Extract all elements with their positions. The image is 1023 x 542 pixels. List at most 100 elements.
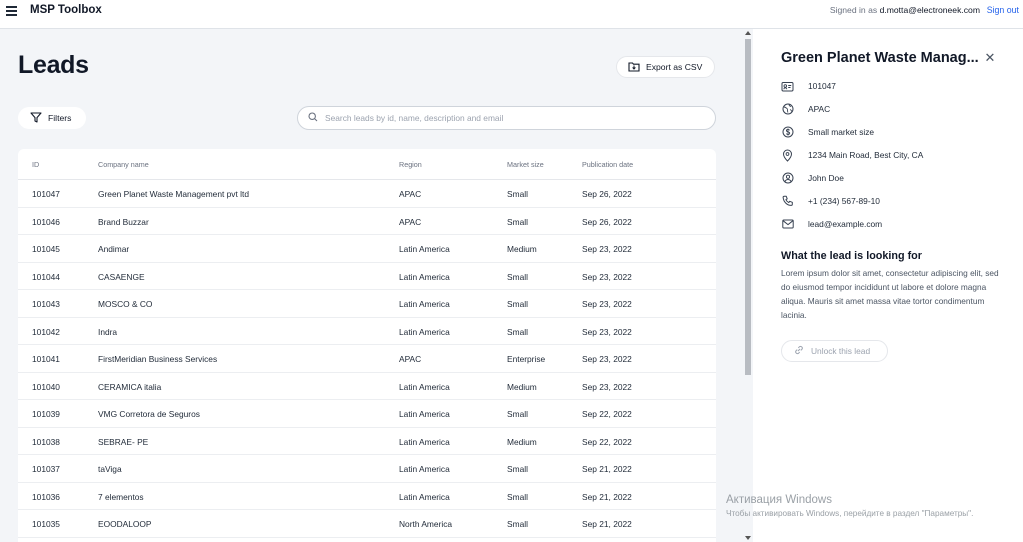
search-input[interactable] [325, 113, 705, 123]
table-row[interactable]: 101038 SEBRAE- PE Latin America Medium Sep 2… [18, 428, 716, 455]
cell-company: Brand Buzzar [98, 216, 149, 227]
table-row[interactable]: 101039 VMG Corretora de Seguros Latin Amer… [18, 400, 716, 428]
table-row[interactable]: 101036 7 elementos Latin America Small Sep 2… [18, 483, 716, 510]
phone-icon [781, 195, 794, 208]
cell-region: Latin America [399, 491, 450, 502]
scroll-up-arrow-icon[interactable] [745, 31, 751, 35]
table-header: ID Company name Region Market size Publi… [18, 149, 716, 180]
lead-contact-value: John Doe [808, 173, 844, 183]
scroll-thumb[interactable] [745, 39, 751, 375]
signed-in-prefix: Signed in as [829, 5, 878, 15]
cell-market-size: Small [507, 519, 528, 529]
export-csv-button[interactable]: Export as CSV [616, 56, 715, 78]
page-title: Leads [18, 51, 89, 79]
table-row[interactable]: 101042 Indra Latin America Small Sep 23, 202… [18, 318, 716, 345]
cell-company: Andimar [98, 244, 130, 254]
column-header-region[interactable]: Region [399, 160, 422, 169]
column-header-publication-date[interactable]: Publication date [582, 160, 633, 169]
lead-market-row: Small market size [781, 125, 874, 139]
table-row[interactable]: 101045 Andimar Latin America Medium Sep 23, … [18, 235, 716, 263]
lead-address-value: 1234 Main Road, Best City, CA [808, 150, 924, 160]
cell-id: 101040 [32, 381, 60, 392]
main-scrollbar[interactable] [743, 29, 753, 542]
cell-market-size: Small [507, 326, 528, 337]
cell-id: 101046 [32, 216, 60, 227]
column-header-company[interactable]: Company name [98, 160, 149, 169]
cell-company: Green Planet Waste Management pvt ltd [98, 189, 249, 199]
lead-region-value: APAC [808, 104, 831, 114]
cell-date: Sep 26, 2022 [582, 189, 632, 199]
cell-company: MOSCO & CO [98, 299, 153, 309]
top-bar: MSP Toolbox Signed in as d.motta@electro… [0, 0, 1023, 29]
table-row[interactable]: 101046 Brand Buzzar APAC Small Sep 26, 2022 [18, 208, 716, 235]
table-row[interactable]: 101035 EOODALOOP North America Small Sep 21,… [18, 510, 716, 538]
user-email: d.motta@electroneek.com [879, 5, 980, 15]
scroll-down-arrow-icon[interactable] [745, 536, 751, 540]
lead-address-row: 1234 Main Road, Best City, CA [781, 148, 923, 162]
cell-date: Sep 23, 2022 [582, 326, 632, 337]
unlock-lead-label: Unlock this lead [811, 346, 871, 356]
table-row[interactable]: 101044 CASAENGE Latin America Small Sep 23, … [18, 263, 716, 290]
cell-id: 101044 [32, 271, 60, 282]
cell-region: APAC [399, 189, 422, 199]
lead-email-row: lead@example.com [781, 217, 882, 231]
cell-id: 101037 [32, 464, 60, 474]
folder-export-icon [628, 61, 640, 74]
cell-market-size: Small [507, 216, 528, 227]
cell-region: Latin America [399, 409, 450, 419]
map-pin-icon [781, 149, 794, 162]
lead-region-row: APAC [781, 102, 830, 116]
cell-region: Latin America [399, 244, 450, 254]
export-csv-label: Export as CSV [646, 62, 703, 72]
sign-out-link[interactable]: Sign out [987, 5, 1019, 15]
lead-contact-row: John Doe [781, 171, 844, 185]
column-header-market-size[interactable]: Market size [507, 160, 544, 169]
link-icon [793, 344, 805, 358]
table-row[interactable]: 101040 CERAMICA italia Latin America Medium… [18, 373, 716, 400]
cell-region: Latin America [399, 326, 450, 337]
cell-id: 101036 [32, 491, 60, 502]
cell-id: 101041 [32, 354, 60, 364]
cell-date: Sep 26, 2022 [582, 216, 632, 227]
unlock-lead-button[interactable]: Unlock this lead [781, 340, 888, 362]
cell-id: 101045 [32, 244, 60, 254]
looking-for-text: Lorem ipsum dolor sit amet, consectetur … [781, 268, 999, 320]
hamburger-icon[interactable] [6, 5, 18, 16]
table-row[interactable]: 101047 Green Planet Waste Management pvt … [18, 180, 716, 208]
cell-company: 7 elementos [98, 491, 144, 502]
column-header-id[interactable]: ID [32, 160, 39, 169]
cell-company: EOODALOOP [98, 519, 152, 529]
cell-company: SEBRAE- PE [98, 436, 149, 447]
id-card-icon [781, 80, 794, 93]
cell-market-size: Small [507, 271, 528, 282]
cell-id: 101047 [32, 189, 60, 199]
cell-date: Sep 22, 2022 [582, 436, 632, 447]
lead-phone-value: +1 (234) 567-89-10 [808, 196, 880, 206]
cell-region: Latin America [399, 464, 450, 474]
lead-market-size-value: Small market size [808, 127, 875, 137]
mail-icon [781, 218, 794, 231]
filters-button[interactable]: Filters [18, 107, 86, 129]
lead-email-value: lead@example.com [808, 219, 883, 229]
globe-icon [781, 103, 794, 116]
cell-market-size: Small [507, 189, 528, 199]
table-row[interactable]: 101043 MOSCO & CO Latin America Small Sep 23… [18, 290, 716, 318]
cell-region: APAC [399, 216, 422, 227]
cell-id: 101038 [32, 436, 60, 447]
cell-id: 101043 [32, 299, 60, 309]
table-row[interactable]: 101037 taViga Latin America Small Sep 21, 20… [18, 455, 716, 483]
cell-id: 101039 [32, 409, 60, 419]
cell-id: 101035 [32, 519, 60, 529]
cell-date: Sep 22, 2022 [582, 409, 632, 419]
cell-company: FirstMeridian Business Services [98, 354, 218, 364]
cell-market-size: Small [507, 409, 528, 419]
cell-market-size: Medium [507, 244, 537, 254]
cell-date: Sep 21, 2022 [582, 491, 632, 502]
close-icon[interactable]: ✕ [983, 51, 997, 65]
filters-label: Filters [48, 113, 72, 123]
cell-market-size: Medium [507, 381, 537, 392]
cell-date: Sep 23, 2022 [582, 381, 632, 392]
app-title: MSP Toolbox [30, 4, 102, 16]
cell-id: 101042 [32, 326, 60, 337]
table-row[interactable]: 101041 FirstMeridian Business Services APA… [18, 345, 716, 373]
